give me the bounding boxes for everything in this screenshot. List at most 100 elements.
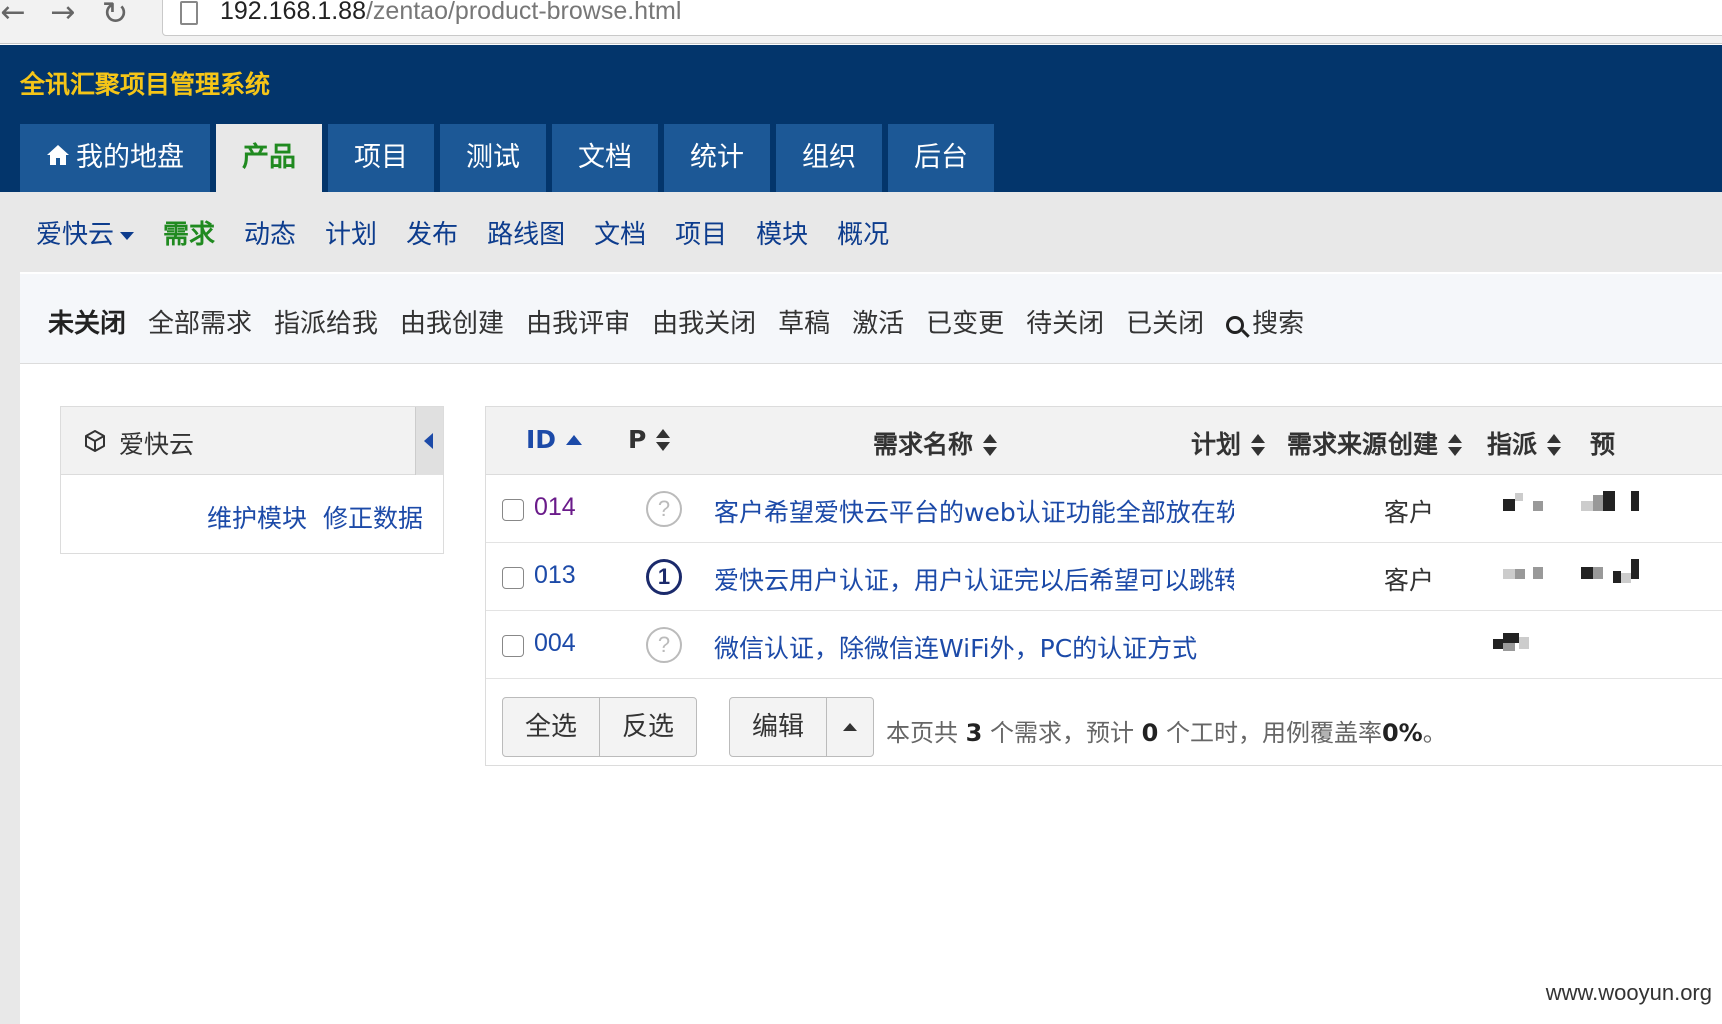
col-source-header[interactable]: 需求来源 [1287, 425, 1387, 461]
invert-selection-button[interactable]: 反选 [599, 697, 697, 757]
arrow-left-icon[interactable]: ← [0, 0, 30, 30]
row-checkbox[interactable] [502, 567, 524, 589]
search-button[interactable]: 搜索 [1226, 303, 1304, 340]
filter-opened-by-me[interactable]: 由我创建 [400, 303, 504, 340]
product-switcher[interactable]: 爱快云 [36, 214, 135, 251]
main-nav: 我的地盘 产品 项目 测试 文档 统计 组织 后台 [20, 124, 1000, 192]
filter-reviewed-by-me[interactable]: 由我评审 [526, 303, 630, 340]
watermark: www.wooyun.org [1545, 980, 1712, 1005]
filter-draft[interactable]: 草稿 [778, 303, 830, 340]
story-id[interactable]: 014 [534, 493, 576, 522]
col-assigned-label: 指派 [1487, 430, 1538, 459]
story-title-link[interactable]: 微信认证，除微信连WiFi外，PC的认证方式 [714, 629, 1234, 665]
story-title-link[interactable]: 客户希望爱快云平台的web认证功能全部放在软 [714, 493, 1234, 529]
col-creator-header[interactable]: 创建 [1388, 425, 1463, 461]
arrow-right-icon[interactable]: → [46, 0, 80, 30]
story-count: 3 [965, 719, 983, 747]
tab-report[interactable]: 统计 [664, 124, 770, 192]
subnav-story[interactable]: 需求 [163, 214, 215, 251]
table-header: ID P 需求名称 计划 需求来源 创建 指派 预 [486, 407, 1722, 475]
batch-edit-button[interactable]: 编辑 [729, 697, 827, 757]
col-assigned-header[interactable]: 指派 [1487, 425, 1562, 461]
filter-unclosed[interactable]: 未关闭 [48, 303, 126, 340]
reload-icon[interactable]: ↻ [98, 0, 132, 30]
story-source: 客户 [1384, 498, 1435, 527]
row-checkbox[interactable] [502, 635, 524, 657]
tab-company[interactable]: 组织 [776, 124, 882, 192]
filter-closed-by-me[interactable]: 由我关闭 [652, 303, 756, 340]
app-header: 全讯汇聚项目管理系统 我的地盘 产品 项目 测试 文档 统计 组织 后台 [0, 45, 1722, 192]
tab-my-dashboard[interactable]: 我的地盘 [20, 124, 210, 192]
filter-assigned-to-me[interactable]: 指派给我 [274, 303, 378, 340]
select-all-button[interactable]: 全选 [502, 697, 600, 757]
story-source: 客户 [1384, 566, 1435, 595]
filter-all[interactable]: 全部需求 [148, 303, 252, 340]
col-plan-label: 计划 [1191, 430, 1242, 459]
filter-to-close[interactable]: 待关闭 [1026, 303, 1104, 340]
tab-product[interactable]: 产品 [216, 124, 322, 192]
col-id-header[interactable]: ID [526, 425, 583, 454]
col-pri-header[interactable]: P [628, 425, 671, 454]
table-footer: 全选 反选 编辑 本页共 3 个需求，预计 0 个工时，用例覆盖率0%。 [486, 679, 1722, 767]
subnav-project[interactable]: 项目 [675, 214, 727, 251]
priority-badge: ? [646, 491, 682, 527]
sort-icon [983, 434, 998, 456]
tab-doc[interactable]: 文档 [552, 124, 658, 192]
module-tree-panel: 爱快云 维护模块 修正数据 [60, 406, 444, 554]
case-coverage: 0% [1381, 719, 1423, 747]
col-plan-header[interactable]: 计划 [1191, 425, 1266, 461]
col-title-header[interactable]: 需求名称 [873, 425, 998, 461]
subnav-dynamic[interactable]: 动态 [244, 214, 296, 251]
browser-toolbar: ← → ↻ 192.168.1.88/zentao/product-browse… [0, 0, 1722, 44]
module-panel-header: 爱快云 [61, 407, 443, 475]
story-id[interactable]: 004 [534, 629, 576, 658]
redacted-users [1471, 611, 1551, 678]
module-root-name[interactable]: 爱快云 [119, 425, 194, 461]
chevron-down-icon [120, 231, 135, 240]
tab-test[interactable]: 测试 [440, 124, 546, 192]
summary-suffix: 。 [1422, 719, 1447, 747]
cube-icon [85, 430, 105, 452]
subnav-overview[interactable]: 概况 [837, 214, 889, 251]
sort-icon [1251, 434, 1266, 456]
filter-active[interactable]: 激活 [852, 303, 904, 340]
filter-closed[interactable]: 已关闭 [1126, 303, 1204, 340]
col-estimate-header[interactable]: 预 [1590, 425, 1615, 461]
col-title-label: 需求名称 [873, 430, 974, 459]
filter-changed[interactable]: 已变更 [926, 303, 1004, 340]
subnav-module[interactable]: 模块 [756, 214, 808, 251]
url-text[interactable]: 192.168.1.88/zentao/product-browse.html [220, 0, 681, 26]
redacted-users [1471, 475, 1661, 542]
search-label: 搜索 [1252, 309, 1305, 339]
row-checkbox[interactable] [502, 499, 524, 521]
subnav-roadmap[interactable]: 路线图 [487, 214, 565, 251]
col-pri-label: P [628, 425, 647, 454]
table-row: 004 ? 微信认证，除微信连WiFi外，PC的认证方式 [486, 611, 1722, 679]
collapse-panel-button[interactable] [415, 407, 443, 475]
page-summary: 本页共 3 个需求，预计 0 个工时，用例覆盖率0%。 [886, 713, 1447, 748]
sub-nav: 爱快云 需求 动态 计划 发布 路线图 文档 项目 模块 概况 [0, 192, 1722, 272]
estimate-hours: 0 [1141, 719, 1159, 747]
col-creator-label: 创建 [1388, 430, 1439, 459]
tab-admin[interactable]: 后台 [888, 124, 994, 192]
table-row: 013 1 爱快云用户认证，用户认证完以后希望可以跳转 客户 [486, 543, 1722, 611]
sort-icon [1547, 434, 1562, 456]
product-name: 爱快云 [36, 220, 115, 250]
more-actions-button[interactable] [826, 697, 874, 757]
url-path: /zentao/product-browse.html [365, 0, 682, 25]
home-icon [47, 145, 69, 165]
url-host: 192.168.1.88 [220, 0, 366, 25]
subnav-release[interactable]: 发布 [406, 214, 458, 251]
subnav-doc[interactable]: 文档 [594, 214, 646, 251]
caret-up-icon [843, 723, 857, 731]
table-row: 014 ? 客户希望爱快云平台的web认证功能全部放在软 客户 [486, 475, 1722, 543]
fix-data-link[interactable]: 修正数据 [323, 504, 423, 533]
page-icon [180, 1, 198, 25]
subnav-plan[interactable]: 计划 [325, 214, 377, 251]
tab-project[interactable]: 项目 [328, 124, 434, 192]
story-id[interactable]: 013 [534, 561, 576, 590]
maintain-module-link[interactable]: 维护模块 [207, 504, 307, 533]
app-title: 全讯汇聚项目管理系统 [20, 70, 271, 99]
tab-label: 我的地盘 [76, 142, 184, 173]
story-title-link[interactable]: 爱快云用户认证，用户认证完以后希望可以跳转 [714, 561, 1234, 597]
